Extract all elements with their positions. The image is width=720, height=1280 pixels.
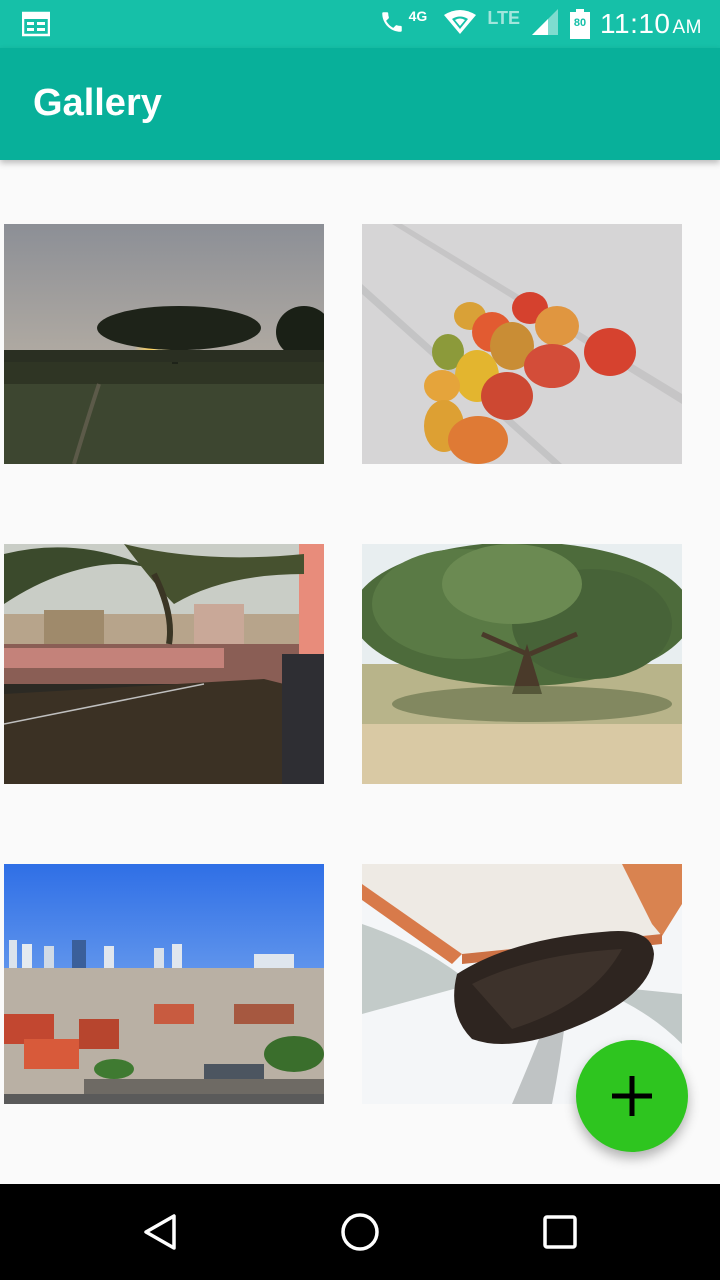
back-icon [144,1214,176,1250]
plus-icon [612,1076,652,1116]
calendar-notification-icon [21,11,51,37]
clock-time: 11:10 [600,8,671,39]
battery-icon: 80 [570,9,590,39]
clock: 11:10 AM [600,8,702,40]
gallery-grid [0,160,720,1184]
gallery-item-mangoes[interactable] [362,224,682,464]
system-nav-bar [0,1184,720,1280]
recents-button[interactable] [536,1208,584,1256]
home-button[interactable] [336,1208,384,1256]
signal-icon [530,8,560,41]
gallery-item-sunset-field[interactable] [4,224,324,464]
home-icon [341,1213,379,1251]
page-title: Gallery [33,82,162,124]
gallery-item-palm-rooftop[interactable] [4,544,324,784]
app-bar: Gallery [0,48,720,160]
lte-label: LTE [487,7,520,28]
status-bar: 4G LTE 80 11:10 AM [0,0,720,48]
recents-icon [543,1215,577,1249]
back-button[interactable] [136,1208,184,1256]
app-screen: 4G LTE 80 11:10 AM Gallery [0,0,720,1280]
battery-level: 80 [573,17,587,29]
gallery-item-city-skyline[interactable] [4,864,324,1104]
gallery-item-mango-tree[interactable] [362,544,682,784]
call-icon [379,9,405,40]
wifi-icon [443,9,477,40]
add-image-button[interactable] [576,1040,688,1152]
network-type-label: 4G [408,8,428,24]
clock-ampm: AM [672,17,702,38]
